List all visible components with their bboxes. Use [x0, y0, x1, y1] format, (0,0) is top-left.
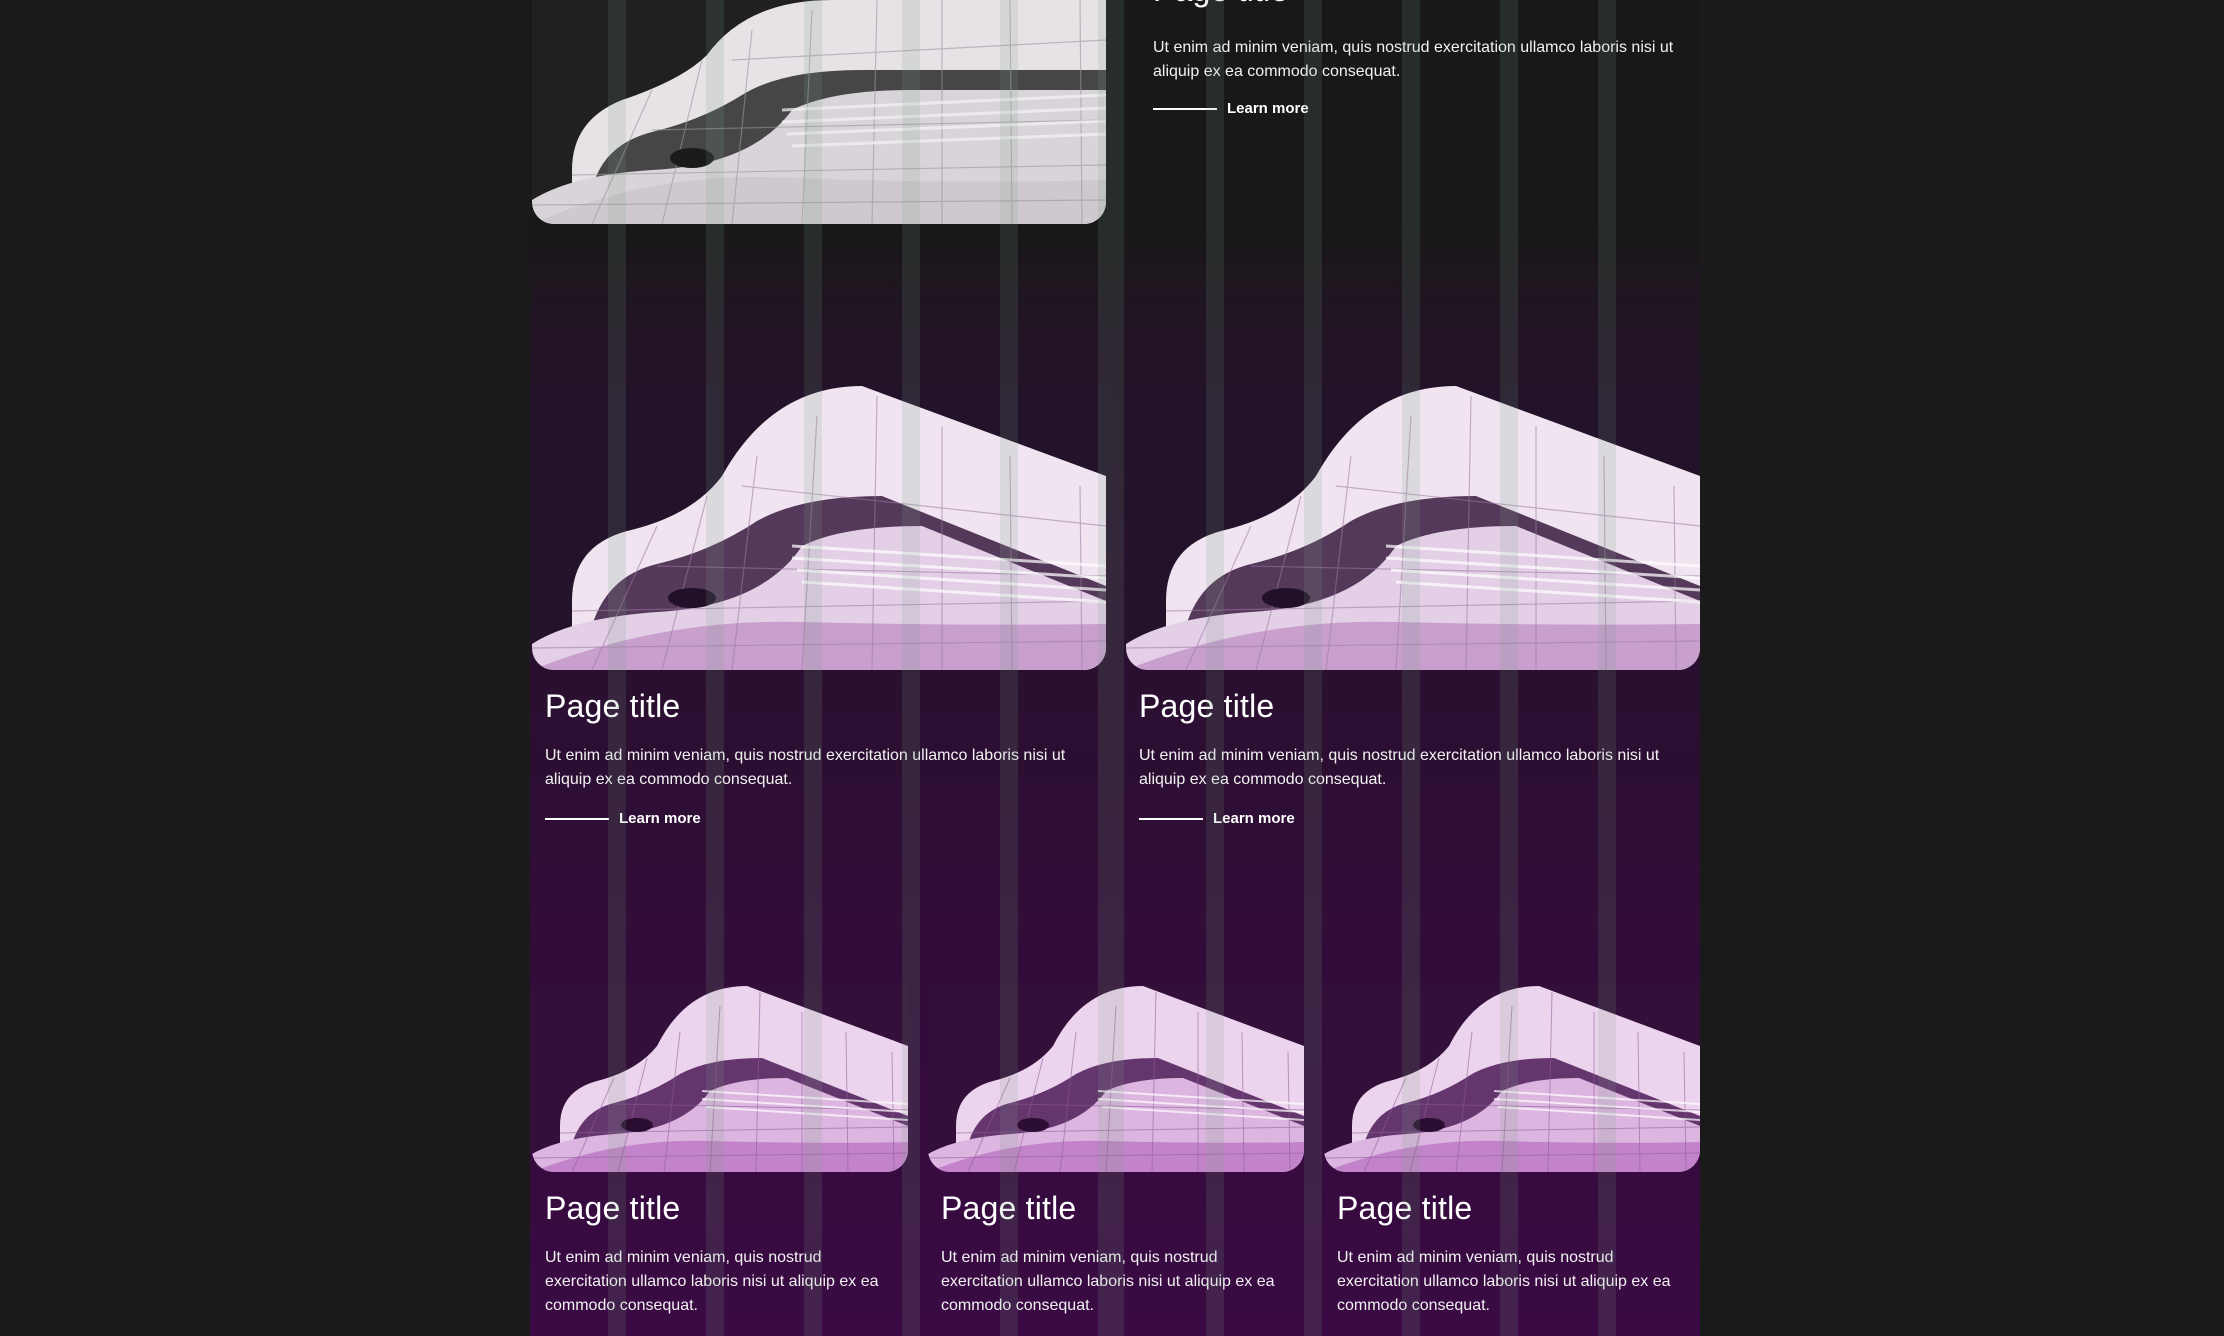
feature-card: Page title Ut enim ad minim veniam, quis… — [532, 986, 908, 1336]
card-title: Page title — [545, 1190, 681, 1226]
card-description: Ut enim ad minim veniam, quis nostrud ex… — [545, 1249, 879, 1314]
feature-card-horizontal: Page title Ut enim ad minim veniam, quis… — [530, 0, 1700, 240]
card-title: Page title — [1139, 688, 1275, 724]
curved-building-image — [1126, 386, 1700, 670]
curved-building-image — [532, 386, 1106, 670]
card-description: Ut enim ad minim veniam, quis nostrud ex… — [1337, 1249, 1671, 1314]
card-title: Page title — [1337, 1190, 1473, 1226]
link-rule-line — [1153, 107, 1217, 110]
feature-card: Page title Ut enim ad minim veniam, quis… — [928, 986, 1304, 1336]
curved-building-image — [532, 986, 908, 1172]
learn-more-link[interactable]: Learn more — [545, 810, 701, 827]
feature-card: Page title Ut enim ad minim veniam, quis… — [1126, 386, 1700, 846]
link-rule-line — [545, 817, 609, 820]
learn-more-label: Learn more — [1227, 100, 1309, 117]
page: Page title Ut enim ad minim veniam, quis… — [0, 0, 2224, 1336]
card-description: Ut enim ad minim veniam, quis nostrud ex… — [941, 1249, 1275, 1314]
learn-more-link[interactable]: Learn more — [1153, 100, 1309, 117]
card-description: Ut enim ad minim veniam, quis nostrud ex… — [1139, 747, 1660, 788]
curved-building-image — [1324, 986, 1700, 1172]
link-rule-line — [1139, 817, 1203, 820]
feature-card: Page title Ut enim ad minim veniam, quis… — [532, 386, 1106, 846]
card-description: Ut enim ad minim veniam, quis nostrud ex… — [545, 747, 1066, 788]
learn-more-label: Learn more — [619, 810, 701, 827]
feature-card: Page title Ut enim ad minim veniam, quis… — [1324, 986, 1700, 1336]
curved-building-image — [928, 986, 1304, 1172]
card-title: Page title — [545, 688, 681, 724]
layout-grid-panel: Page title Ut enim ad minim veniam, quis… — [530, 0, 1700, 1336]
learn-more-label: Learn more — [1213, 810, 1295, 827]
card-title: Page title — [941, 1190, 1077, 1226]
curved-building-image — [532, 0, 1106, 224]
card-title: Page title — [1153, 0, 1288, 9]
learn-more-link[interactable]: Learn more — [1139, 810, 1295, 827]
card-description: Ut enim ad minim veniam, quis nostrud ex… — [1153, 39, 1674, 80]
